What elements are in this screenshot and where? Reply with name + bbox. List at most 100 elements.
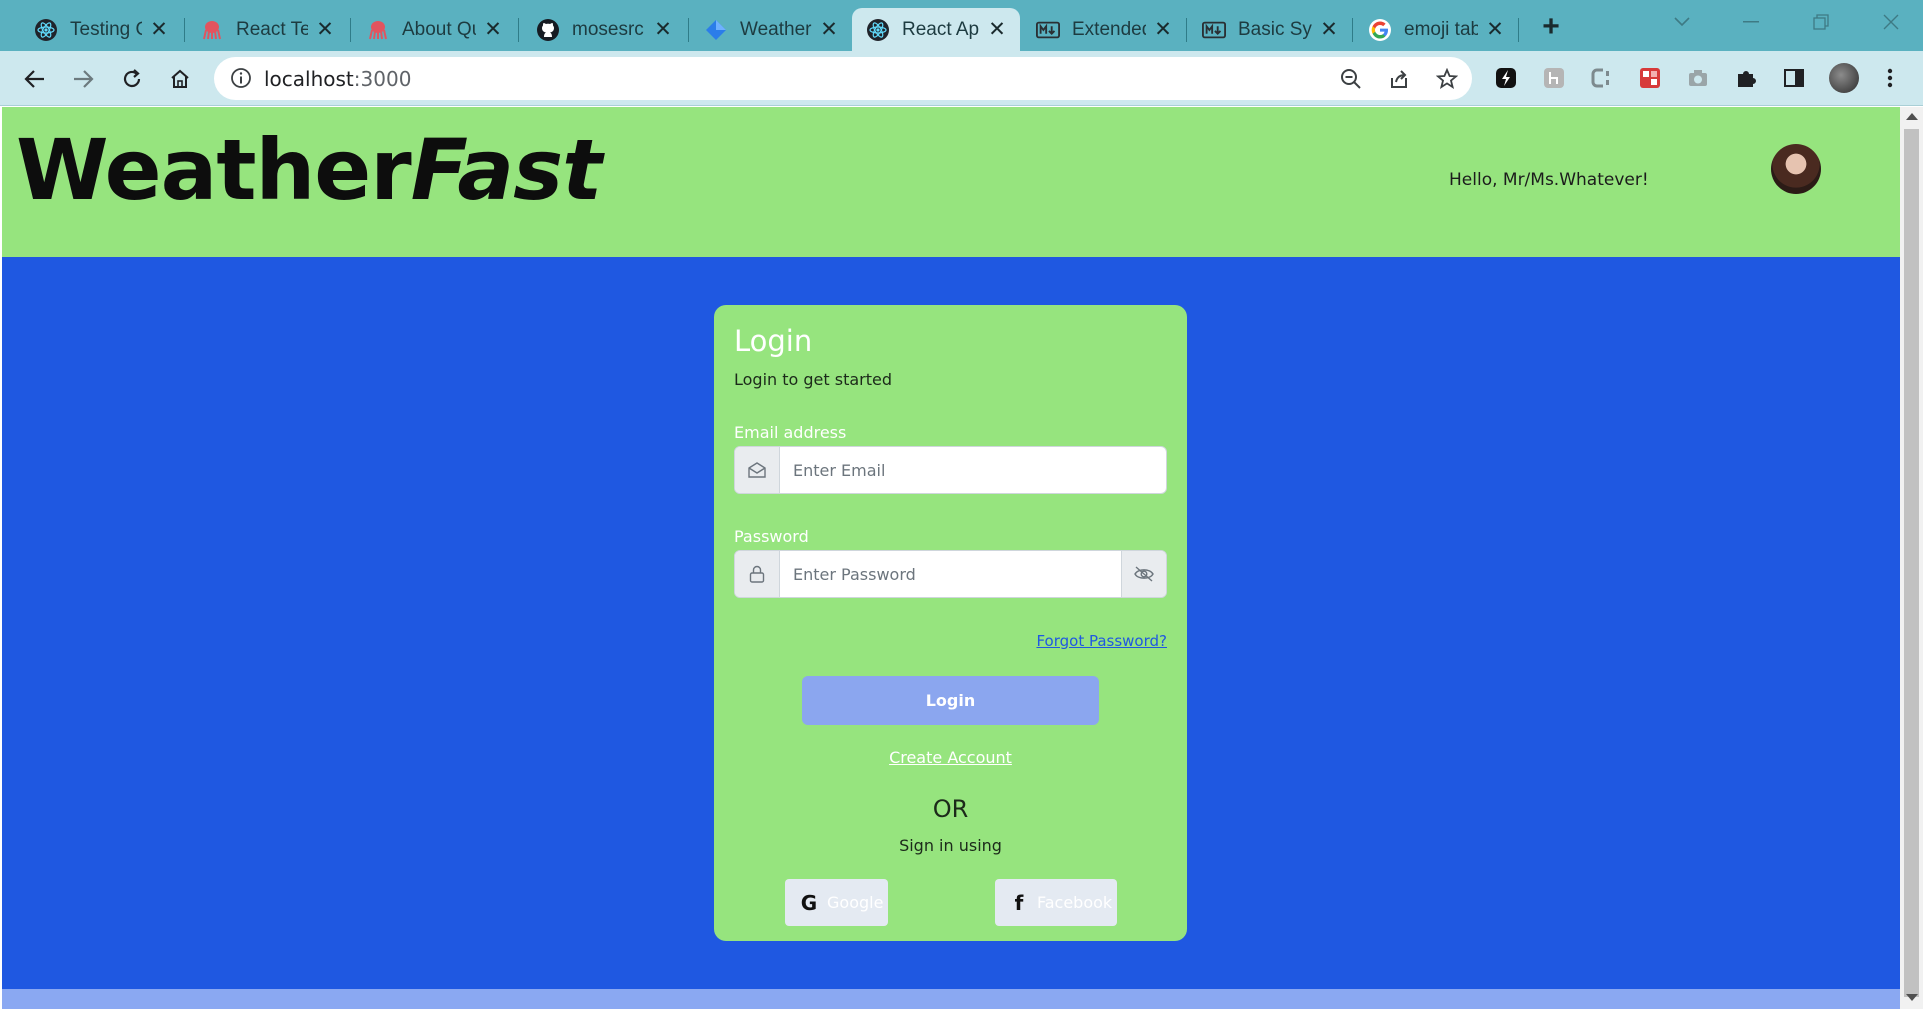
close-tab-icon[interactable]: ✕ — [1484, 18, 1506, 41]
envelope-icon — [735, 447, 780, 493]
scroll-down-arrow-icon[interactable] — [1906, 994, 1918, 1001]
email-label: Email address — [734, 423, 847, 442]
reload-button[interactable] — [117, 64, 147, 94]
facebook-label: Facebook — [1037, 893, 1113, 912]
extensions-puzzle-icon[interactable] — [1733, 65, 1759, 91]
eye-slash-icon[interactable] — [1121, 551, 1166, 597]
browser-toolbar: localhost:3000 — [0, 51, 1923, 106]
scroll-up-arrow-icon[interactable] — [1906, 113, 1918, 120]
back-arrow-icon — [24, 70, 44, 88]
email-input-group — [734, 446, 1167, 494]
google-g-icon: G — [800, 890, 818, 915]
share-icon[interactable] — [1386, 66, 1412, 92]
zoom-icon[interactable] — [1338, 66, 1364, 92]
browser-tab[interactable]: Extended ✕ — [1022, 8, 1186, 51]
browser-tab-bar: Testing Ov ✕ React Test ✕ About Qu ✕ mos… — [0, 0, 1923, 51]
restore-icon[interactable] — [1806, 10, 1836, 34]
browser-tab[interactable]: Weather ✕ — [690, 8, 852, 51]
sign-in-using-text: Sign in using — [899, 836, 1002, 855]
login-subtitle: Login to get started — [734, 370, 893, 389]
forgot-password-link[interactable]: Forgot Password? — [1036, 632, 1167, 650]
close-tab-icon[interactable]: ✕ — [482, 18, 504, 41]
browser-tab[interactable]: mosesrc ✕ — [522, 8, 686, 51]
tab-title: Testing Ov — [70, 18, 142, 40]
user-avatar[interactable] — [1771, 144, 1821, 194]
tab-divider — [350, 18, 351, 42]
facebook-signin-button[interactable]: f Facebook — [995, 879, 1117, 926]
tab-title: About Qu — [402, 18, 476, 40]
tab-title: Extended — [1072, 18, 1146, 40]
close-tab-icon[interactable]: ✕ — [818, 18, 840, 41]
close-tab-icon[interactable]: ✕ — [1318, 18, 1340, 41]
octopus-icon — [366, 18, 390, 42]
puzzle-red-extension-icon[interactable] — [1637, 65, 1663, 91]
password-input[interactable] — [781, 551, 1121, 597]
password-label: Password — [734, 527, 809, 546]
password-input-group — [734, 550, 1167, 598]
email-input[interactable] — [781, 447, 1166, 493]
diamond-icon — [704, 18, 728, 42]
tab-divider — [184, 18, 185, 42]
page-scrollbar[interactable] — [1900, 107, 1923, 1009]
close-tab-icon[interactable]: ✕ — [1152, 18, 1174, 41]
home-icon — [171, 69, 189, 88]
login-card: Login Login to get started Email address… — [714, 305, 1187, 941]
brand-logo: WeatherFast — [16, 121, 603, 219]
lightning-extension-icon[interactable] — [1493, 65, 1519, 91]
back-button[interactable] — [20, 64, 50, 94]
login-button[interactable]: Login — [802, 676, 1099, 725]
close-window-icon[interactable] — [1876, 10, 1906, 34]
minimize-icon[interactable] — [1736, 10, 1766, 34]
tab-title: mosesrc — [572, 18, 644, 40]
or-divider-text: OR — [932, 795, 969, 823]
bookmark-star-icon[interactable] — [1434, 66, 1460, 92]
tab-title: Weather — [740, 18, 812, 40]
tab-divider — [688, 18, 689, 42]
forward-button[interactable] — [68, 64, 98, 94]
create-account-link[interactable]: Create Account — [714, 748, 1187, 767]
browser-tab[interactable]: Testing Ov ✕ — [20, 8, 182, 51]
app-header: WeatherFast Hello, Mr/Ms.Whatever! — [2, 107, 1900, 257]
login-title: Login — [734, 324, 813, 358]
tab-search-icon[interactable] — [1667, 10, 1697, 34]
markdown-icon — [1202, 18, 1226, 42]
react-icon — [866, 18, 890, 42]
c-extension-icon[interactable] — [1589, 65, 1615, 91]
tab-divider — [1186, 18, 1187, 42]
close-tab-icon[interactable]: ✕ — [652, 18, 674, 41]
url-text: localhost:3000 — [264, 67, 411, 91]
new-tab-button[interactable]: + — [1536, 10, 1566, 43]
google-signin-button[interactable]: G Google — [785, 879, 888, 926]
facebook-f-icon: f — [1014, 890, 1024, 915]
markdown-icon — [1036, 18, 1060, 42]
browser-tab[interactable]: React Test ✕ — [186, 8, 348, 51]
camera-extension-icon[interactable] — [1685, 65, 1711, 91]
address-bar[interactable]: localhost:3000 — [214, 57, 1472, 100]
url-port: :3000 — [353, 67, 412, 91]
more-menu-icon[interactable] — [1877, 65, 1903, 91]
close-tab-icon[interactable]: ✕ — [148, 18, 170, 41]
side-panel-icon[interactable] — [1781, 65, 1807, 91]
browser-tab[interactable]: Basic Syn ✕ — [1188, 8, 1352, 51]
url-host: localhost — [264, 67, 354, 91]
reload-icon — [123, 69, 141, 88]
github-icon — [536, 18, 560, 42]
lock-icon — [735, 551, 780, 597]
site-info-icon[interactable] — [230, 67, 252, 94]
home-button[interactable] — [165, 64, 195, 94]
scrollbar-thumb[interactable] — [1904, 129, 1919, 997]
tab-divider — [518, 18, 519, 42]
profile-avatar[interactable] — [1829, 63, 1859, 93]
close-tab-icon[interactable]: ✕ — [314, 18, 336, 41]
h-extension-icon[interactable] — [1541, 65, 1567, 91]
react-icon — [34, 18, 58, 42]
tab-title: React Ap — [902, 18, 980, 40]
tab-title: emoji tab — [1404, 18, 1478, 40]
forward-arrow-icon — [74, 70, 94, 88]
browser-tab[interactable]: About Qu ✕ — [352, 8, 516, 51]
close-tab-icon[interactable]: ✕ — [986, 18, 1008, 41]
brand-part-weather: Weather — [16, 121, 412, 219]
browser-tab[interactable]: emoji tab ✕ — [1354, 8, 1518, 51]
browser-tab-active[interactable]: React Ap ✕ — [852, 8, 1020, 51]
brand-part-fast: Fast — [410, 121, 603, 219]
